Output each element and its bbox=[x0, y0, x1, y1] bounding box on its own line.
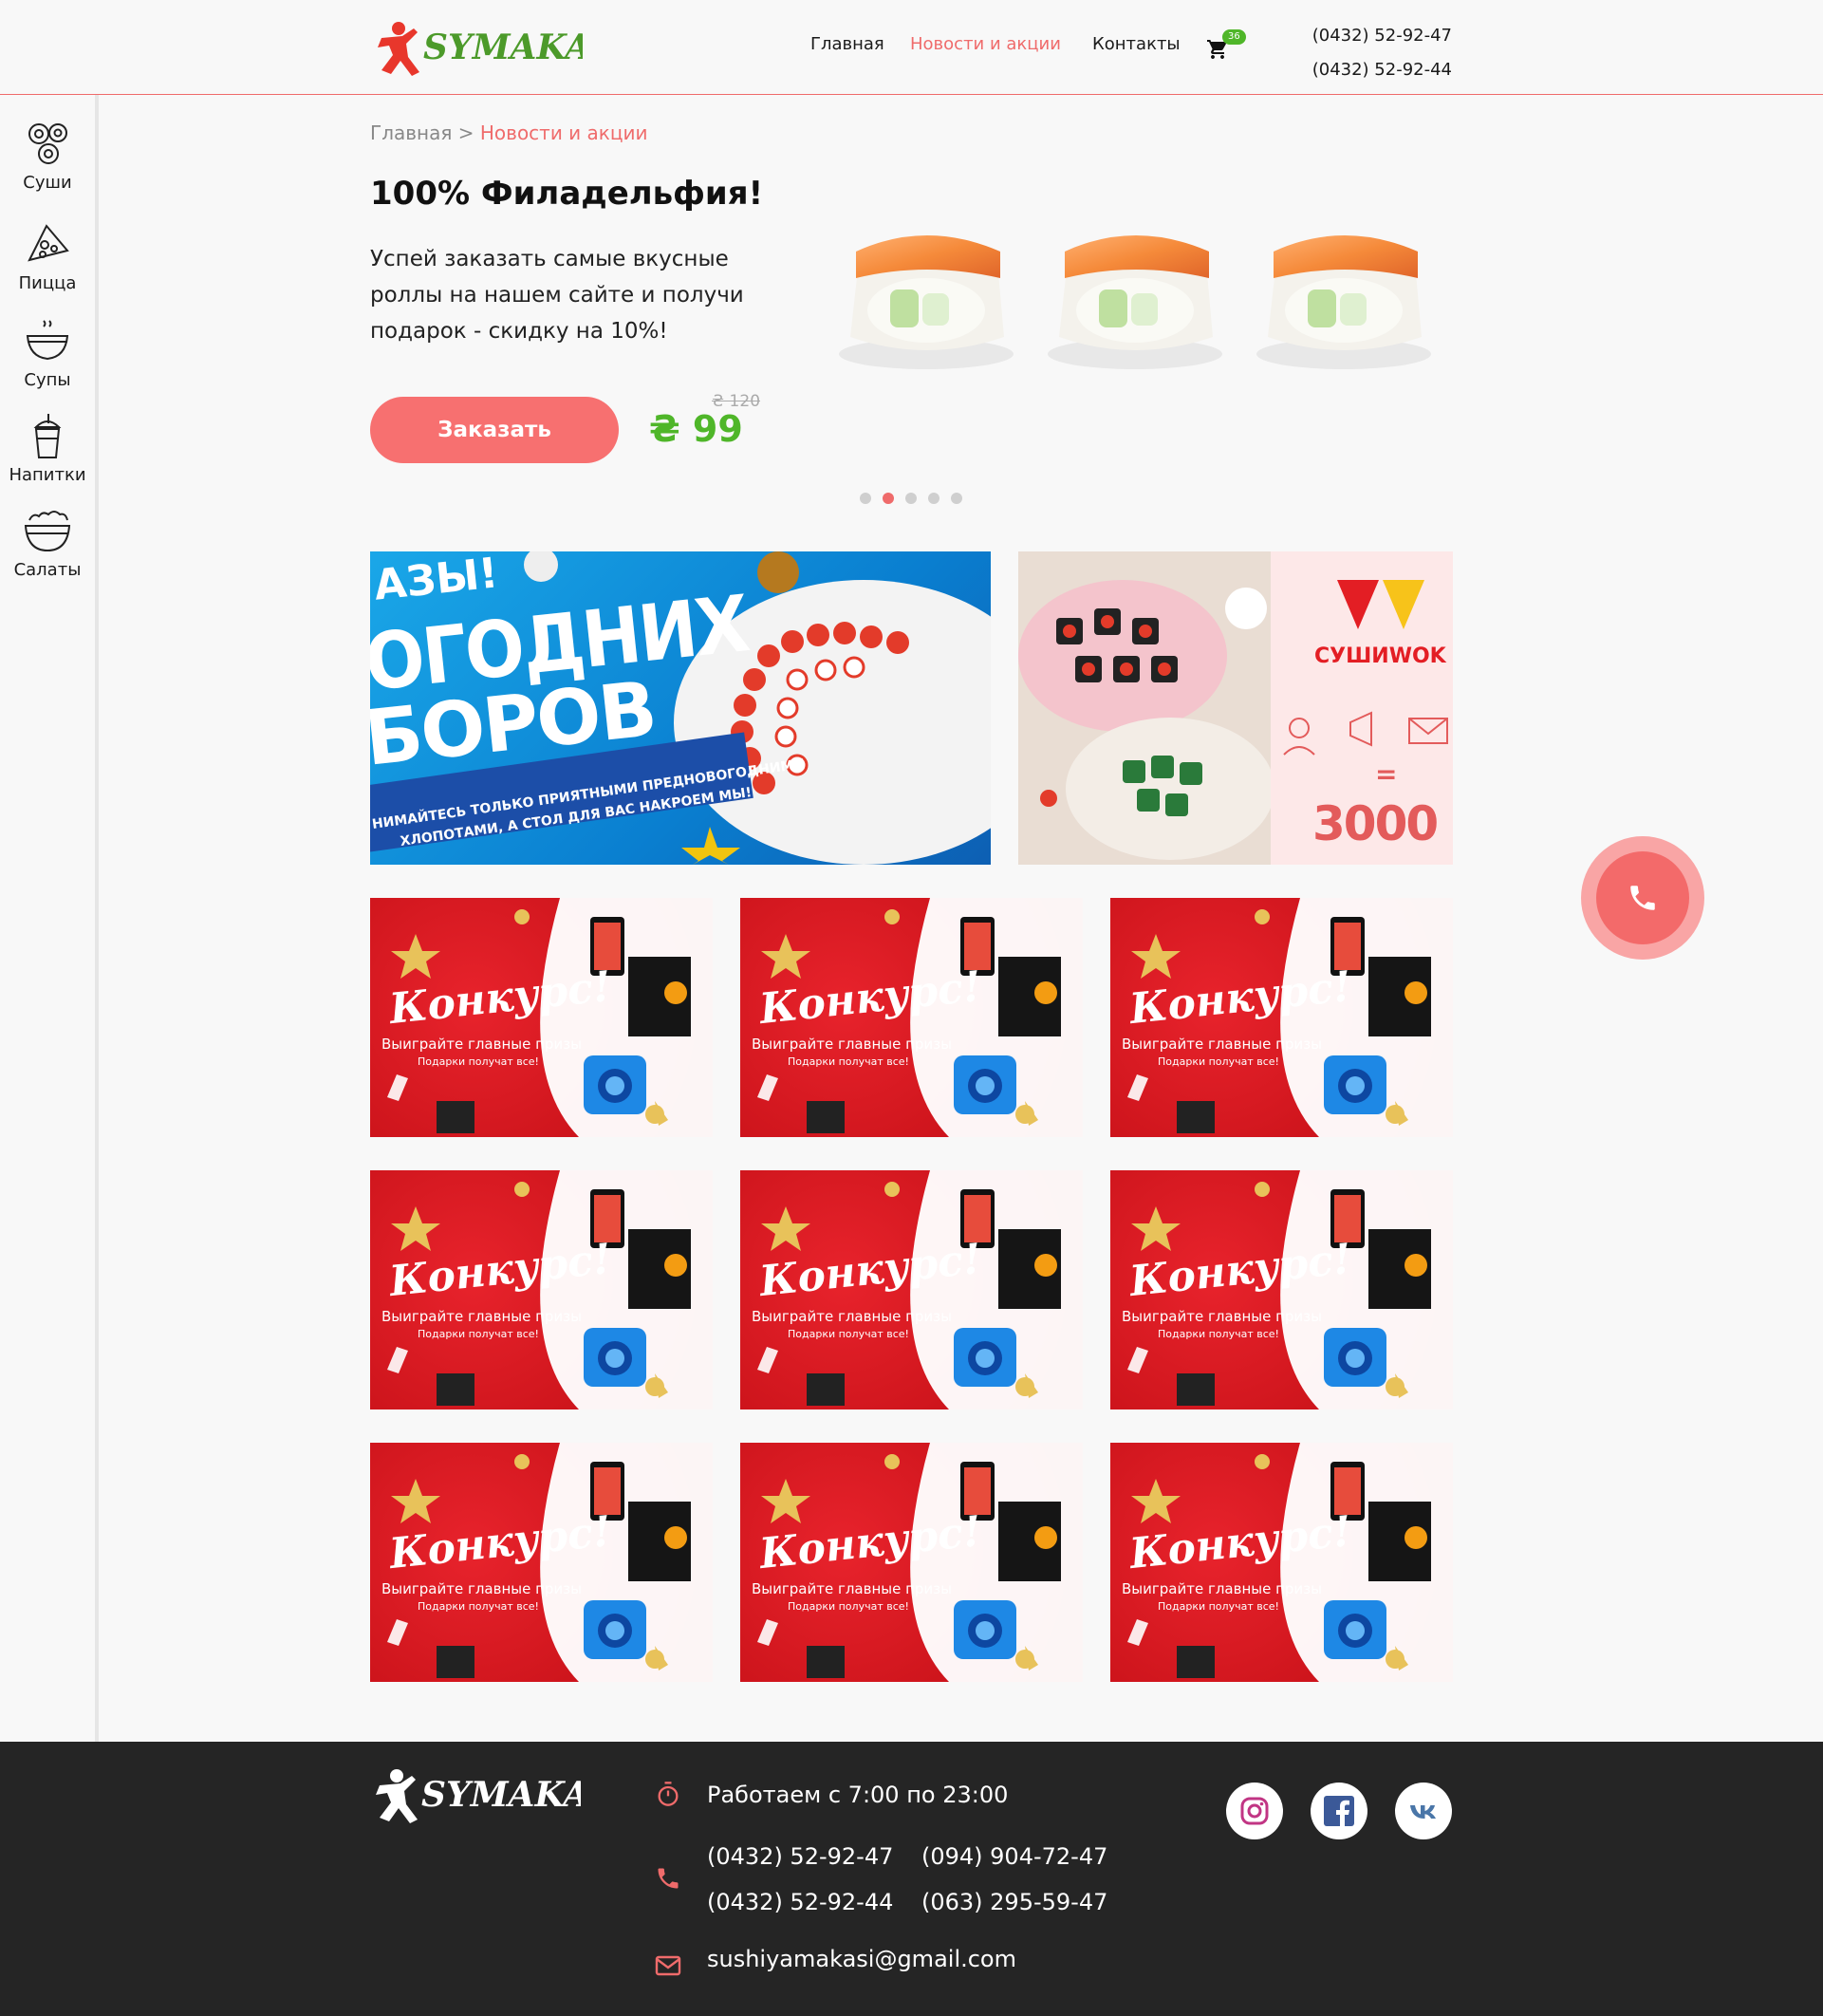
breadcrumb-separator: > bbox=[457, 121, 474, 144]
contest-card[interactable]: Конкурс! Выиграйте главные призы Подарки п… bbox=[740, 1170, 1083, 1409]
facebook-button[interactable] bbox=[1311, 1783, 1367, 1839]
logo[interactable]: SYMAKACU bbox=[374, 19, 583, 78]
contest-subtitle-2: Подарки получат все! bbox=[1158, 1600, 1279, 1613]
slider-dot-4[interactable] bbox=[928, 493, 939, 504]
callback-inner bbox=[1596, 851, 1689, 944]
sidebar-item-drinks[interactable]: Напитки bbox=[0, 414, 95, 485]
salad-icon bbox=[24, 511, 71, 552]
header-phone-2[interactable]: (0432) 52-92-44 bbox=[1310, 53, 1452, 87]
breadcrumb: Главная > Новости и акции bbox=[370, 121, 647, 144]
contest-card[interactable]: Конкурс! Выиграйте главные призы Подарки п… bbox=[740, 898, 1083, 1137]
breadcrumb-current: Новости и акции bbox=[479, 121, 648, 144]
contest-subtitle-2: Подарки получат все! bbox=[418, 1328, 539, 1340]
promo-title: 100% Филадельфия! bbox=[370, 175, 764, 213]
contest-subtitle-2: Подарки получат все! bbox=[788, 1328, 909, 1340]
slider-dot-3[interactable] bbox=[905, 493, 917, 504]
contest-subtitle: Выиграйте главные призы bbox=[381, 1308, 583, 1325]
site-header: SYMAKACU Главная Новости и акции Контакт… bbox=[0, 0, 1823, 95]
sidebar-item-soups[interactable]: Супы bbox=[0, 319, 95, 390]
nav-news[interactable]: Новости и акции bbox=[910, 34, 1061, 54]
header-phone-1[interactable]: (0432) 52-92-47 bbox=[1310, 19, 1452, 53]
footer-phone-4[interactable]: (063) 295-59-47 bbox=[921, 1889, 1107, 1915]
sidebar-label-drinks: Напитки bbox=[9, 465, 86, 485]
svg-text:SYMAKACU: SYMAKACU bbox=[421, 1775, 581, 1815]
instagram-icon bbox=[1240, 1797, 1269, 1825]
sidebar-item-pizza[interactable]: Пицца bbox=[0, 222, 95, 293]
sushiwok-brand: СУШИWOK bbox=[1314, 644, 1446, 668]
footer-phone-3[interactable]: (0432) 52-92-44 bbox=[707, 1889, 893, 1915]
contest-subtitle: Выиграйте главные призы bbox=[1122, 1580, 1323, 1597]
contest-subtitle-2: Подарки получат все! bbox=[1158, 1055, 1279, 1068]
contest-subtitle: Выиграйте главные призы bbox=[752, 1036, 953, 1053]
site-footer: SYMAKACU Работаем с 7:00 по 23:00 (0432)… bbox=[0, 1742, 1823, 2016]
footer-phone-2[interactable]: (094) 904-72-47 bbox=[921, 1843, 1107, 1870]
contest-subtitle-2: Подарки получат все! bbox=[788, 1600, 909, 1613]
contest-subtitle: Выиграйте главные призы bbox=[752, 1308, 953, 1325]
banner-newyear-sets[interactable]: АЗЫ! ОГОДНИХ БОРОВ НИМАЙТЕСЬ ТОЛЬКО ПРИЯ… bbox=[370, 551, 991, 865]
pizza-icon bbox=[28, 224, 69, 262]
contest-card[interactable]: Конкурс! Выиграйте главные призы Подарки п… bbox=[1110, 898, 1453, 1137]
sidebar-label-soups: Супы bbox=[24, 370, 71, 390]
sidebar-item-sushi[interactable]: Суши bbox=[0, 121, 95, 193]
header-phones: (0432) 52-92-47 (0432) 52-92-44 bbox=[1310, 19, 1452, 87]
new-price: ₴ 99 bbox=[649, 408, 743, 450]
sushiwok-equals: = bbox=[1375, 758, 1398, 790]
svg-text:SYMAKACU: SYMAKACU bbox=[423, 28, 583, 67]
cart-count-badge: 36 bbox=[1222, 29, 1246, 45]
category-sidebar: Суши Пицца Супы Напитки Салаты bbox=[0, 95, 99, 1742]
slider-dot-1[interactable] bbox=[860, 493, 871, 504]
vk-icon bbox=[1410, 1805, 1436, 1819]
contest-card[interactable]: Конкурс! Выиграйте главные призы Подарки п… bbox=[1110, 1443, 1453, 1682]
slider-dot-5[interactable] bbox=[951, 493, 962, 504]
footer-phone-icon bbox=[658, 1868, 679, 1889]
nav-home[interactable]: Главная bbox=[810, 34, 884, 54]
sidebar-label-sushi: Суши bbox=[23, 173, 72, 193]
sidebar-item-salads[interactable]: Салаты bbox=[0, 509, 95, 580]
footer-logo[interactable]: SYMAKACU bbox=[372, 1766, 581, 1827]
facebook-icon bbox=[1324, 1796, 1354, 1826]
stopwatch-icon bbox=[658, 1782, 679, 1806]
sidebar-label-salads: Салаты bbox=[13, 560, 82, 580]
phone-icon bbox=[1630, 886, 1655, 910]
contest-subtitle-2: Подарки получат все! bbox=[418, 1055, 539, 1068]
footer-hours: Работаем с 7:00 по 23:00 bbox=[707, 1782, 1009, 1808]
contest-subtitle: Выиграйте главные призы bbox=[381, 1036, 583, 1053]
sushi-icon bbox=[28, 123, 67, 164]
instagram-button[interactable] bbox=[1226, 1783, 1283, 1839]
breadcrumb-home[interactable]: Главная bbox=[370, 121, 452, 144]
promo-description: Успей заказать самые вкусные роллы на на… bbox=[370, 247, 744, 344]
cart-button[interactable]: 36 bbox=[1205, 29, 1246, 65]
contest-card[interactable]: Конкурс! Выиграйте главные призы Подарки п… bbox=[740, 1443, 1083, 1682]
contest-card[interactable]: Конкурс! Выиграйте главные призы Подарки п… bbox=[370, 1170, 713, 1409]
drink-icon bbox=[33, 414, 62, 458]
contest-subtitle: Выиграйте главные призы bbox=[381, 1580, 583, 1597]
promo-rolls-image bbox=[839, 235, 1431, 369]
soup-icon bbox=[26, 320, 69, 361]
banner-sushiwok[interactable]: СУШИWOK = 3000 Р bbox=[1018, 551, 1453, 865]
contest-card[interactable]: Конкурс! Выиграйте главные призы Подарки п… bbox=[370, 1443, 713, 1682]
sidebar-label-pizza: Пицца bbox=[18, 273, 77, 293]
email-icon bbox=[655, 1955, 681, 1976]
contest-subtitle: Выиграйте главные призы bbox=[752, 1580, 953, 1597]
contest-subtitle-2: Подарки получат все! bbox=[418, 1600, 539, 1613]
contest-subtitle: Выиграйте главные призы bbox=[1122, 1308, 1323, 1325]
contest-card[interactable]: Конкурс! Выиграйте главные призы Подарки п… bbox=[370, 898, 713, 1137]
footer-phone-1[interactable]: (0432) 52-92-47 bbox=[707, 1843, 893, 1870]
contest-subtitle: Выиграйте главные призы bbox=[1122, 1036, 1323, 1053]
order-button[interactable]: Заказать bbox=[370, 397, 619, 463]
footer-email[interactable]: sushiyamakasi@gmail.com bbox=[707, 1946, 1016, 1972]
contest-subtitle-2: Подарки получат все! bbox=[1158, 1328, 1279, 1340]
contest-subtitle-2: Подарки получат все! bbox=[788, 1055, 909, 1068]
nav-contacts[interactable]: Контакты bbox=[1092, 34, 1181, 54]
slider-dot-2[interactable] bbox=[883, 493, 894, 504]
contest-card[interactable]: Конкурс! Выиграйте главные призы Подарки п… bbox=[1110, 1170, 1453, 1409]
sushiwok-amount: 3000 Р bbox=[1312, 796, 1453, 851]
vk-button[interactable] bbox=[1395, 1783, 1452, 1839]
callback-button[interactable] bbox=[1581, 836, 1704, 960]
